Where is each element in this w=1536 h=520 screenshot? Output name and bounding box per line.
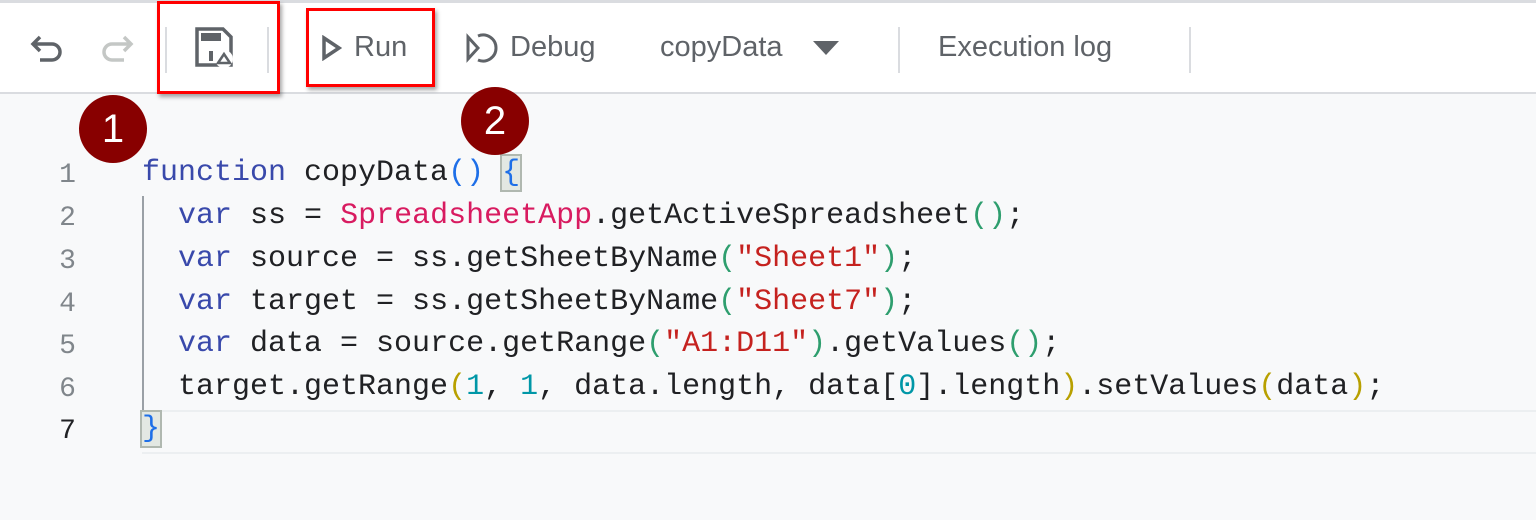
code-token: ( [646, 327, 665, 361]
code-line[interactable]: function copyData() { [142, 154, 523, 192]
code-token: , [484, 370, 521, 404]
run-highlight-box [306, 8, 435, 87]
code-token: .getActiveSpreadsheet [592, 199, 971, 233]
code-token: var [178, 327, 233, 361]
code-token: ; [898, 242, 917, 276]
step-badge-2: 2 [461, 87, 529, 155]
code-line[interactable]: } [139, 410, 163, 448]
line-number: 5 [59, 331, 76, 362]
code-token: ) [880, 285, 899, 319]
code-token: data [1276, 370, 1349, 404]
toolbar-divider [898, 27, 900, 73]
execution-log-button[interactable]: Execution log [938, 3, 1112, 92]
dropdown-arrow-icon [812, 40, 839, 55]
line-number: 4 [59, 289, 76, 320]
code-token: var [178, 242, 233, 276]
code-token: ; [1366, 370, 1385, 404]
debug-label: Debug [510, 31, 596, 63]
line-number: 6 [59, 374, 76, 405]
code-token: ss = [232, 199, 341, 233]
code-token: , data.length, data[ [538, 370, 899, 404]
code-token: ) [1348, 370, 1367, 404]
current-line-highlight [142, 410, 1536, 454]
line-number: 3 [59, 246, 76, 277]
code-token: SpreadsheetApp [340, 199, 593, 233]
code-token: ) [1060, 370, 1079, 404]
code-token: () [970, 199, 1007, 233]
code-line[interactable]: var data = source.getRange("A1:D11").get… [142, 327, 1060, 361]
code-token: ( [1258, 370, 1277, 404]
line-number: 2 [59, 203, 76, 234]
code-token: ; [1042, 327, 1061, 361]
code-token: 0 [898, 370, 917, 404]
code-token: ; [898, 285, 917, 319]
code-line[interactable]: var source = ss.getSheetByName("Sheet1")… [142, 242, 916, 276]
code-token: 1 [520, 370, 539, 404]
code-token: ) [880, 242, 899, 276]
execution-log-label: Execution log [938, 31, 1113, 63]
code-token: target.getRange [142, 370, 449, 404]
debug-button[interactable]: Debug [464, 3, 595, 92]
toolbar-divider [1189, 27, 1191, 73]
code-line[interactable]: var ss = SpreadsheetApp.getActiveSpreads… [142, 199, 1024, 233]
code-token: target = ss.getSheetByName [232, 285, 719, 319]
code-token: var [178, 199, 233, 233]
code-token: data = source.getRange [232, 327, 647, 361]
code-token: source = ss.getSheetByName [232, 242, 719, 276]
code-line[interactable]: target.getRange(1, 1, data.length, data[… [142, 370, 1384, 404]
code-token: ( [718, 285, 737, 319]
redo-button[interactable] [98, 3, 136, 92]
save-highlight-box [157, 1, 280, 94]
code-token: var [178, 285, 233, 319]
function-select-value: copyData [660, 31, 783, 63]
code-token: .setValues [1078, 370, 1259, 404]
line-number: 7 [59, 416, 76, 447]
code-token: () [1006, 327, 1043, 361]
code-token: } [139, 410, 163, 448]
debug-icon [466, 32, 498, 63]
line-number: 1 [59, 160, 76, 191]
code-token: ( [718, 242, 737, 276]
redo-icon [102, 35, 134, 62]
code-editor[interactable]: 1 function copyData() {2 var ss = Spreads… [0, 94, 1536, 520]
code-line[interactable]: var target = ss.getSheetByName("Sheet7")… [142, 285, 916, 319]
code-token: "Sheet1" [736, 242, 881, 276]
code-token: "Sheet7" [736, 285, 881, 319]
code-token: ) [808, 327, 827, 361]
function-select[interactable]: copyData [660, 3, 839, 92]
code-token: copyData [286, 156, 449, 190]
code-token: ( [448, 370, 467, 404]
code-token: () [448, 156, 485, 190]
undo-button[interactable] [28, 3, 66, 92]
step-badge-1: 1 [79, 95, 147, 163]
code-token: function [142, 156, 287, 190]
undo-icon [30, 35, 62, 62]
code-token: ; [1006, 199, 1025, 233]
code-token: { [500, 154, 523, 192]
code-token: "A1:D11" [664, 327, 809, 361]
code-token: .getValues [826, 327, 1007, 361]
code-token: ].length [916, 370, 1061, 404]
code-token: 1 [466, 370, 485, 404]
